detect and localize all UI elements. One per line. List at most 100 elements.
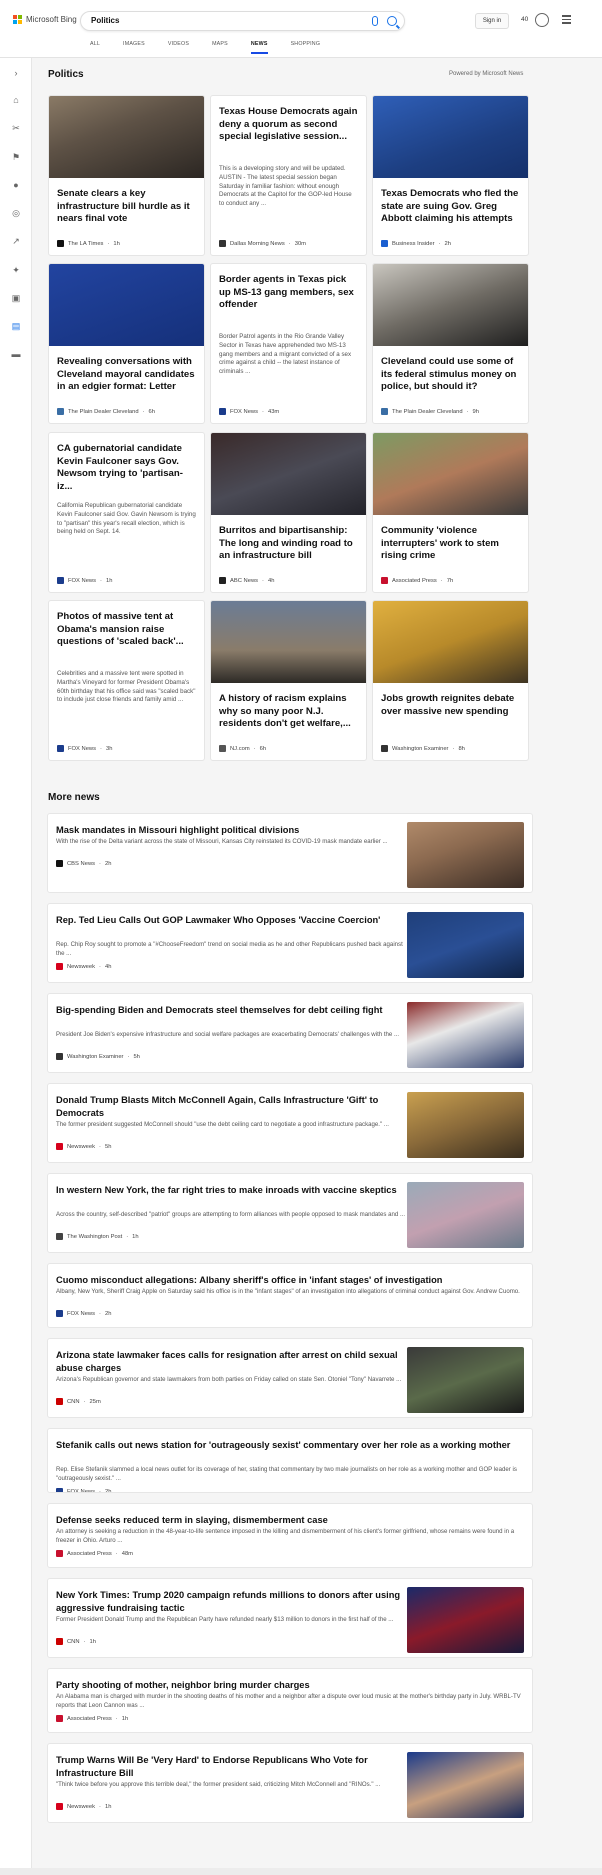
globe-icon[interactable]: ◎ bbox=[11, 208, 21, 218]
location-icon[interactable]: ● bbox=[11, 180, 21, 190]
timestamp: 1h bbox=[132, 1233, 139, 1240]
tab-news[interactable]: NEWS bbox=[250, 41, 268, 54]
news-card-image[interactable] bbox=[211, 601, 366, 683]
news-item-thumbnail[interactable] bbox=[407, 822, 524, 888]
publisher-logo-icon bbox=[56, 1550, 63, 1557]
news-card-image[interactable] bbox=[49, 264, 204, 346]
search-input[interactable]: Politics bbox=[91, 16, 119, 25]
news-card-title[interactable]: CA gubernatorial candidate Kevin Faulcon… bbox=[49, 443, 204, 493]
news-list-item[interactable]: New York Times: Trump 2020 campaign refu… bbox=[47, 1578, 533, 1658]
news-card-title[interactable]: Senate clears a key infrastructure bill … bbox=[49, 188, 204, 226]
news-card-image[interactable] bbox=[373, 601, 528, 683]
hamburger-menu-icon[interactable] bbox=[562, 15, 571, 26]
search-box[interactable]: Politics bbox=[80, 11, 405, 31]
news-card[interactable]: A history of racism explains why so many… bbox=[210, 600, 367, 761]
news-list-item[interactable]: Arizona state lawmaker faces calls for r… bbox=[47, 1338, 533, 1418]
news-list-item[interactable]: Defense seeks reduced term in slaying, d… bbox=[47, 1503, 533, 1568]
news-card[interactable]: CA gubernatorial candidate Kevin Faulcon… bbox=[48, 432, 205, 593]
timestamp: 1h bbox=[89, 1638, 96, 1645]
news-card[interactable]: Community 'violence interrupters' work t… bbox=[372, 432, 529, 593]
tab-all[interactable]: ALL bbox=[90, 41, 100, 54]
news-card[interactable]: Texas Democrats who fled the state are s… bbox=[372, 95, 529, 256]
search-icon[interactable] bbox=[387, 16, 397, 26]
news-card[interactable]: Photos of massive tent at Obama's mansio… bbox=[48, 600, 205, 761]
news-item-title[interactable]: Trump Warns Will Be 'Very Hard' to Endor… bbox=[56, 1754, 408, 1779]
tools-icon[interactable]: ✂ bbox=[11, 123, 21, 133]
news-item-thumbnail[interactable] bbox=[407, 912, 524, 978]
news-list-item[interactable]: In western New York, the far right tries… bbox=[47, 1173, 533, 1253]
news-item-title[interactable]: Donald Trump Blasts Mitch McConnell Agai… bbox=[56, 1094, 408, 1119]
news-card-image[interactable] bbox=[373, 264, 528, 346]
news-card-image[interactable] bbox=[211, 433, 366, 515]
politics-icon[interactable]: ▤ bbox=[11, 321, 21, 331]
news-card-title[interactable]: Revealing conversations with Cleveland m… bbox=[49, 356, 204, 394]
home-icon[interactable]: ⌂ bbox=[11, 95, 21, 105]
news-card-title[interactable]: Texas Democrats who fled the state are s… bbox=[373, 188, 528, 226]
news-list-item[interactable]: Donald Trump Blasts Mitch McConnell Agai… bbox=[47, 1083, 533, 1163]
money-icon[interactable]: ▬ bbox=[11, 349, 21, 359]
news-card[interactable]: Senate clears a key infrastructure bill … bbox=[48, 95, 205, 256]
news-card-title[interactable]: Community 'violence interrupters' work t… bbox=[373, 525, 528, 563]
news-card[interactable]: Texas House Democrats again deny a quoru… bbox=[210, 95, 367, 256]
news-item-title[interactable]: Mask mandates in Missouri highlight poli… bbox=[56, 824, 408, 837]
tab-maps[interactable]: MAPS bbox=[212, 41, 228, 54]
news-item-thumbnail[interactable] bbox=[407, 1752, 524, 1818]
news-card-title[interactable]: Texas House Democrats again deny a quoru… bbox=[211, 106, 366, 156]
news-card-title[interactable]: A history of racism explains why so many… bbox=[211, 693, 366, 731]
news-card-source: The LA Times · 1h bbox=[57, 240, 120, 247]
tab-videos[interactable]: VIDEOS bbox=[168, 41, 189, 54]
news-card-title[interactable]: Photos of massive tent at Obama's mansio… bbox=[49, 611, 204, 661]
entertainment-icon[interactable]: ▣ bbox=[11, 293, 21, 303]
news-item-title[interactable]: Rep. Ted Lieu Calls Out GOP Lawmaker Who… bbox=[56, 914, 408, 927]
sign-in-button[interactable]: Sign in bbox=[475, 13, 509, 29]
news-list-item[interactable]: Stefanik calls out news station for 'out… bbox=[47, 1428, 533, 1493]
news-item-title[interactable]: Arizona state lawmaker faces calls for r… bbox=[56, 1349, 408, 1374]
timestamp: 4h bbox=[267, 577, 275, 584]
news-item-title[interactable]: New York Times: Trump 2020 campaign refu… bbox=[56, 1589, 408, 1614]
news-list-item[interactable]: Trump Warns Will Be 'Very Hard' to Endor… bbox=[47, 1743, 533, 1823]
news-list-item[interactable]: Mask mandates in Missouri highlight poli… bbox=[47, 813, 533, 893]
news-list-item[interactable]: Rep. Ted Lieu Calls Out GOP Lawmaker Who… bbox=[47, 903, 533, 983]
news-list-item[interactable]: Big-spending Biden and Democrats steel t… bbox=[47, 993, 533, 1073]
news-item-title[interactable]: Stefanik calls out news station for 'out… bbox=[56, 1439, 526, 1452]
rocket-icon[interactable]: ✦ bbox=[11, 265, 21, 275]
news-list-item[interactable]: Cuomo misconduct allegations: Albany she… bbox=[47, 1263, 533, 1328]
timestamp: 48m bbox=[121, 1550, 134, 1557]
news-card-image[interactable] bbox=[373, 433, 528, 515]
flag-icon[interactable]: ⚑ bbox=[11, 152, 21, 162]
news-card-title[interactable]: Border agents in Texas pick up MS-13 gan… bbox=[211, 274, 366, 324]
news-card-image[interactable] bbox=[49, 96, 204, 178]
source-name: FOX News bbox=[68, 745, 97, 752]
news-item-title[interactable]: In western New York, the far right tries… bbox=[56, 1184, 408, 1197]
news-card-title[interactable]: Jobs growth reignites debate over massiv… bbox=[373, 693, 528, 731]
news-item-title[interactable]: Big-spending Biden and Democrats steel t… bbox=[56, 1004, 408, 1017]
news-item-thumbnail[interactable] bbox=[407, 1347, 524, 1413]
tab-shopping[interactable]: SHOPPING bbox=[291, 41, 321, 54]
source-name: FOX News bbox=[230, 408, 259, 415]
news-card-title[interactable]: Burritos and bipartisanship: The long an… bbox=[211, 525, 366, 563]
microphone-icon[interactable] bbox=[372, 16, 378, 26]
news-item-thumbnail[interactable] bbox=[407, 1002, 524, 1068]
news-item-title[interactable]: Cuomo misconduct allegations: Albany she… bbox=[56, 1274, 526, 1287]
bing-logo[interactable]: Microsoft Bing bbox=[13, 15, 77, 24]
news-card[interactable]: Revealing conversations with Cleveland m… bbox=[48, 263, 205, 424]
news-item-title[interactable]: Defense seeks reduced term in slaying, d… bbox=[56, 1514, 526, 1527]
news-item-thumbnail[interactable] bbox=[407, 1182, 524, 1248]
news-card[interactable]: Cleveland could use some of its federal … bbox=[372, 263, 529, 424]
news-item-source: FOX News · 2h bbox=[56, 1310, 111, 1317]
news-card[interactable]: Burritos and bipartisanship: The long an… bbox=[210, 432, 367, 593]
trending-icon[interactable]: ↗ bbox=[11, 236, 21, 246]
news-card[interactable]: Jobs growth reignites debate over massiv… bbox=[372, 600, 529, 761]
news-item-title[interactable]: Party shooting of mother, neighbor bring… bbox=[56, 1679, 526, 1692]
news-card-image[interactable] bbox=[373, 96, 528, 178]
expand-chevron-icon[interactable]: › bbox=[11, 68, 21, 78]
news-card[interactable]: Border agents in Texas pick up MS-13 gan… bbox=[210, 263, 367, 424]
news-card-title[interactable]: Cleveland could use some of its federal … bbox=[373, 356, 528, 394]
news-item-thumbnail[interactable] bbox=[407, 1587, 524, 1653]
news-list-item[interactable]: Party shooting of mother, neighbor bring… bbox=[47, 1668, 533, 1733]
news-item-thumbnail[interactable] bbox=[407, 1092, 524, 1158]
rewards-points[interactable]: 40 bbox=[521, 16, 528, 23]
tab-images[interactable]: IMAGES bbox=[123, 41, 145, 54]
rewards-trophy-icon[interactable] bbox=[535, 13, 549, 27]
news-item-source: Associated Press · 48m bbox=[56, 1550, 133, 1557]
